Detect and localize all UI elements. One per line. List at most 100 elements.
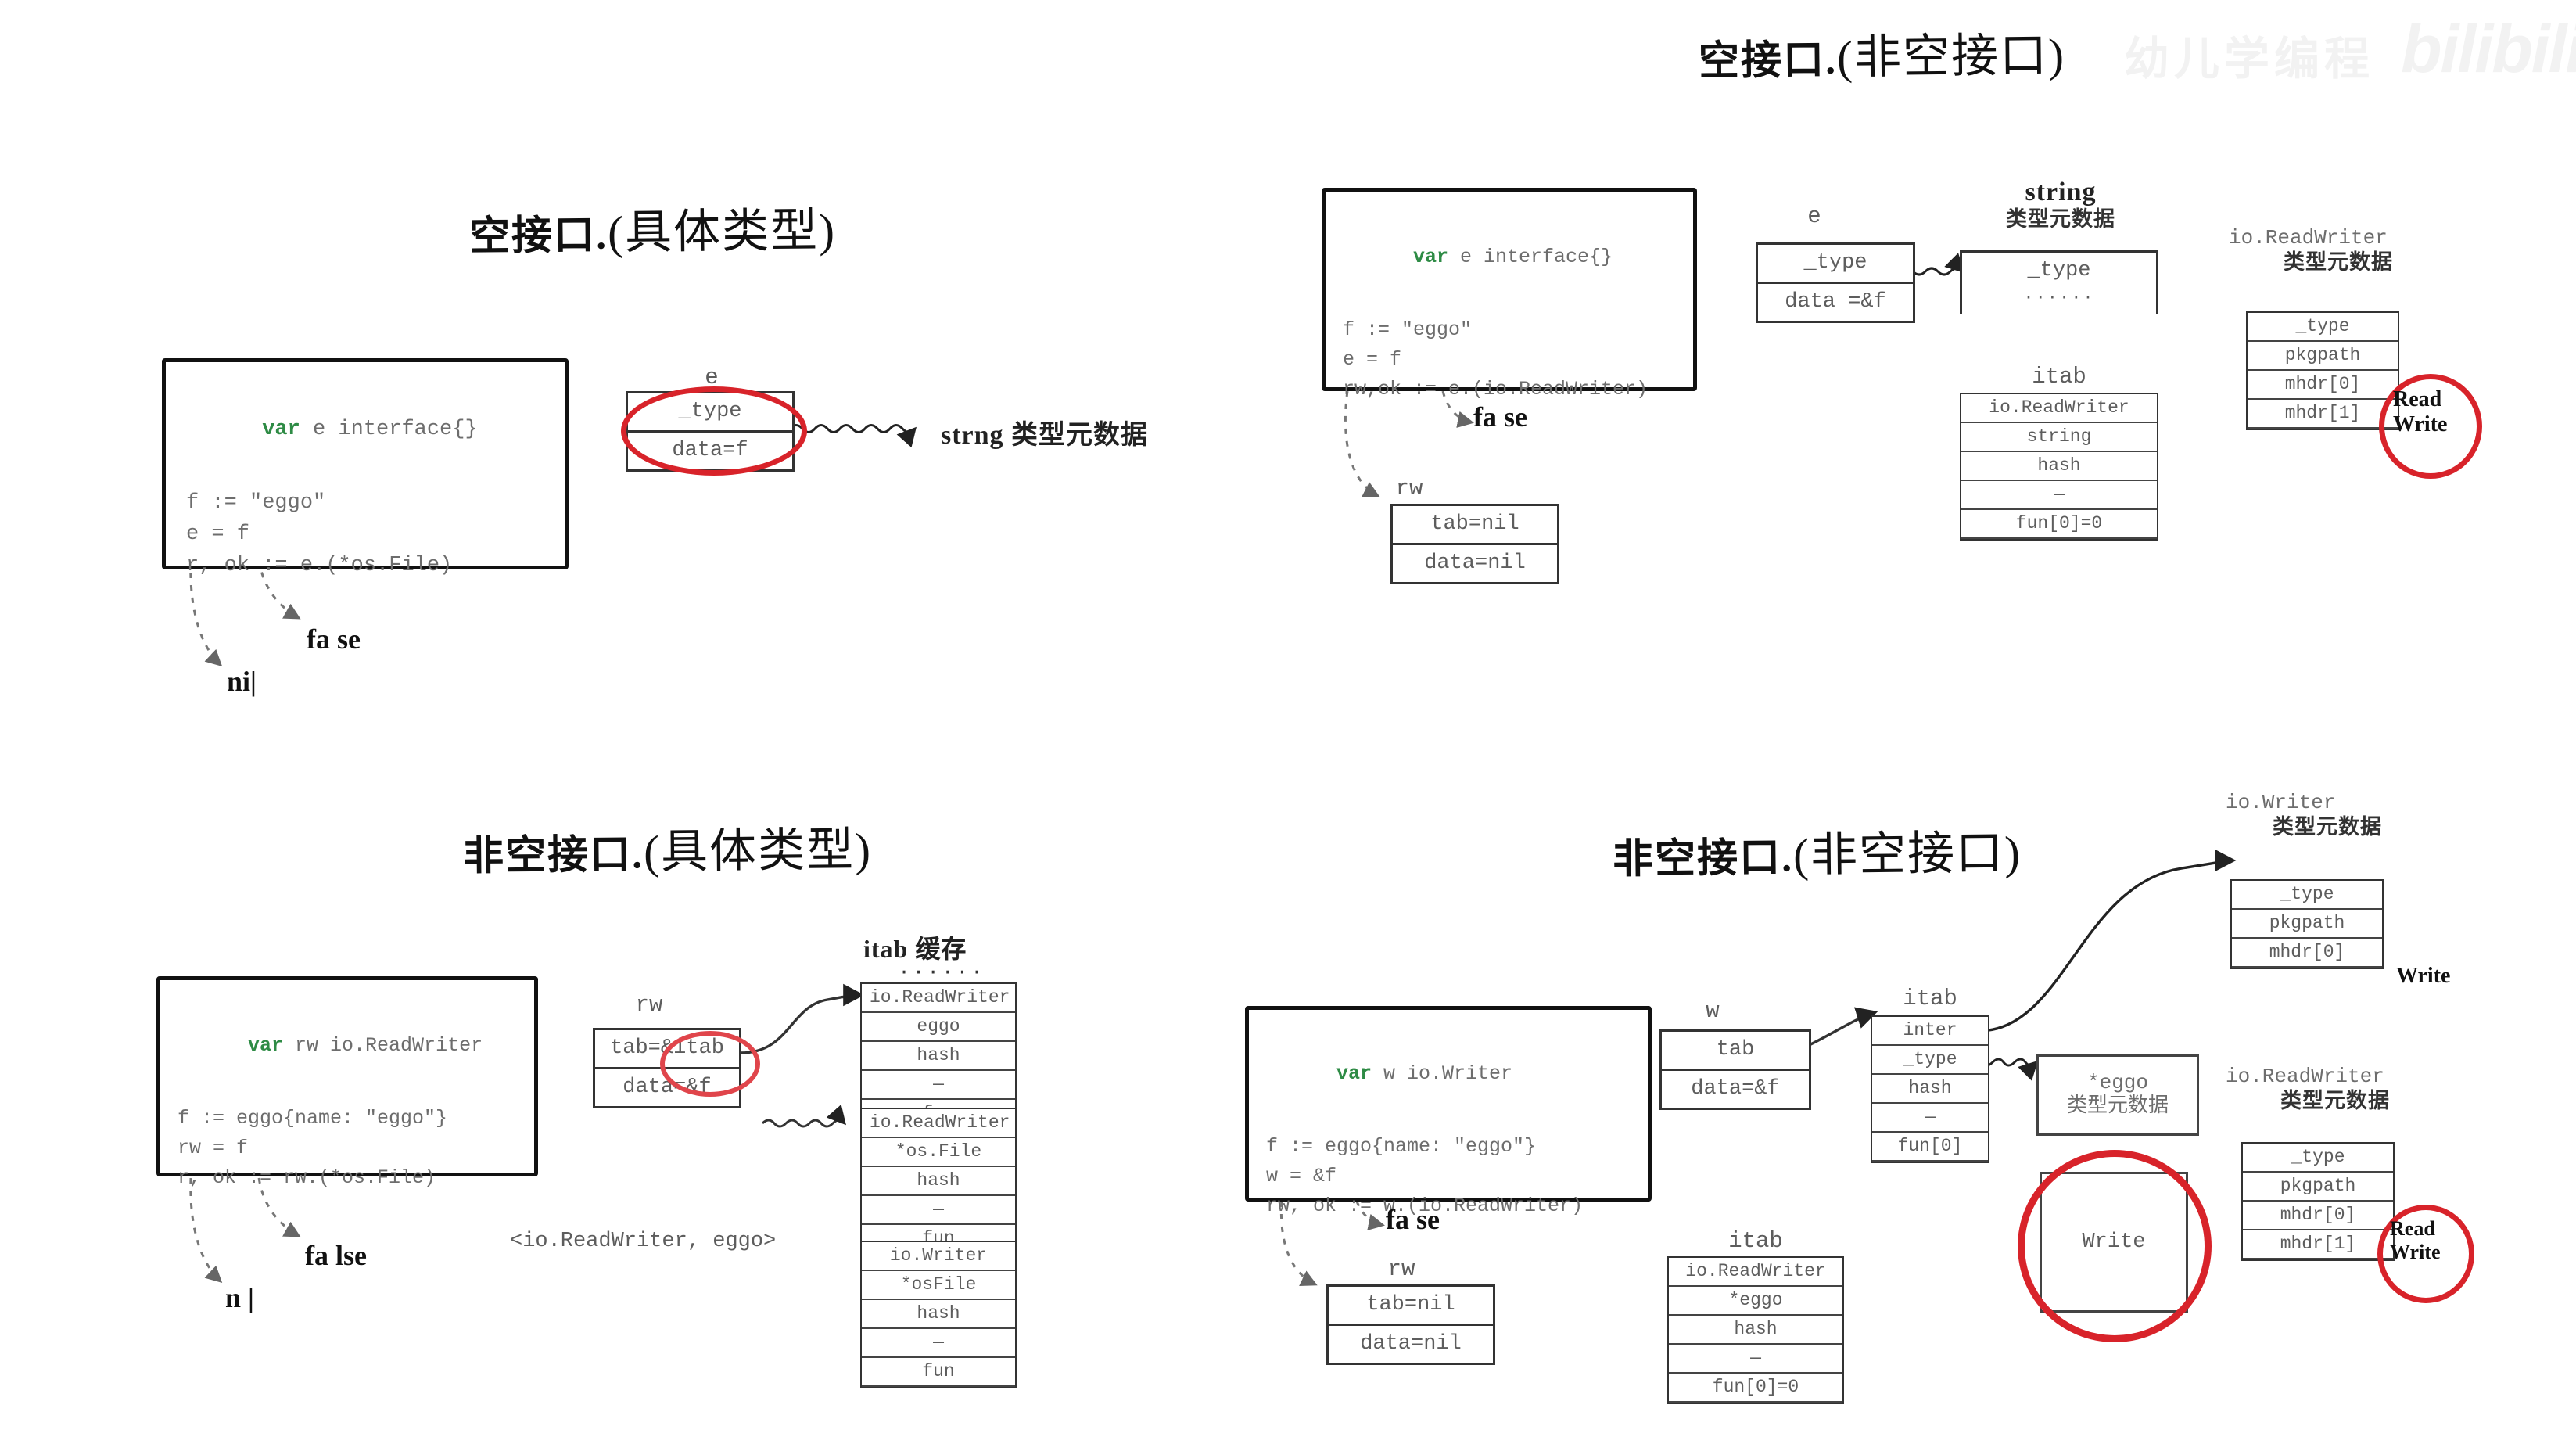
struct-row: ······ xyxy=(2023,288,2095,307)
watermark-bilibili-logo: bilibili xyxy=(2401,12,2576,87)
code-line: rw, ok := w.(io.ReadWriter) xyxy=(1266,1194,1584,1217)
struct-row: _type xyxy=(2027,259,2091,282)
code-line: f := eggo{name: "eggo"} xyxy=(1266,1135,1537,1158)
write-method-box: Write xyxy=(2040,1172,2188,1313)
itab-struct-top-right: io.ReadWriter string hash — fun[0]=0 xyxy=(1960,393,2158,541)
struct-row: mhdr[0] xyxy=(2248,371,2398,400)
struct-row: eggo xyxy=(862,1013,1015,1042)
readwriter-metadata-title-en: io.ReadWriter xyxy=(2226,1065,2384,1088)
itab-cache-dots: ······ xyxy=(898,961,985,984)
code-keyword: var xyxy=(1413,246,1449,268)
struct-row: _type xyxy=(2248,313,2398,342)
writer-method-side-label: Write xyxy=(2396,964,2451,988)
struct-row: pkgpath xyxy=(2232,910,2382,939)
code-line: f := "eggo" xyxy=(1343,318,1473,341)
struct-row: *eggo xyxy=(1669,1287,1842,1316)
struct-row: string xyxy=(1961,423,2157,452)
struct-row: — xyxy=(1961,481,2157,510)
w-iface-struct: tab data=&f xyxy=(1659,1029,1811,1110)
struct-row: tab xyxy=(1662,1032,1809,1071)
annotation-nil-bottom-left: n | xyxy=(225,1282,254,1313)
string-metadata-label: string 类型元数据 xyxy=(1959,177,2162,232)
struct-row: pkgpath xyxy=(2243,1173,2393,1202)
readwriter-metadata-title-cn: 类型元数据 xyxy=(2280,1088,2390,1112)
readwriter-metadata-struct-bottom-right: _type pkgpath mhdr[0] mhdr[1] xyxy=(2241,1142,2395,1261)
readwriter-metadata-label-bottom-right: io.ReadWriter 类型元数据 xyxy=(2226,1065,2445,1113)
code-keyword: var xyxy=(1336,1062,1372,1085)
code-line: e = f xyxy=(1343,348,1402,371)
string-metadata-struct: _type ······ xyxy=(1960,250,2158,314)
struct-row: hash xyxy=(862,1042,1015,1071)
itab-label-bottom-right-bottom: itab xyxy=(1728,1228,1783,1254)
annotation-false-top-right: fa se xyxy=(1473,401,1527,433)
title-top-right: 空接口.(非空接口) xyxy=(1699,17,2066,89)
struct-row: fun[0]=0 xyxy=(1669,1374,1842,1403)
title-top-left: 空接口.(具体类型) xyxy=(469,192,837,264)
readwriter-metadata-title-en: io.ReadWriter xyxy=(2229,226,2388,250)
annotation-false-bottom-right: fa se xyxy=(1386,1204,1440,1235)
eggo-metadata-title-en: *eggo xyxy=(2086,1071,2148,1095)
annotation-false-top-left: fa se xyxy=(307,623,361,655)
rw-iface-label-bottom-right: rw xyxy=(1387,1256,1415,1282)
code-line: r, ok := e.(*os.File) xyxy=(186,554,453,577)
code-block-top-left: var e interface{} f := "eggo" e = f r, o… xyxy=(162,358,569,577)
title-bottom-right-paren: (非空接口) xyxy=(1792,827,2022,882)
eface-struct-top-left: _type data=f xyxy=(626,391,795,472)
struct-row: io.ReadWriter xyxy=(1669,1258,1842,1287)
struct-row: io.ReadWriter xyxy=(862,1109,1015,1138)
struct-row: _type xyxy=(628,393,792,433)
code-line: rw = f xyxy=(178,1137,249,1159)
writer-metadata-title-en: io.Writer xyxy=(2226,791,2336,814)
struct-row: mhdr[0] xyxy=(2232,939,2382,968)
code-text: rw io.ReadWriter xyxy=(283,1034,483,1057)
struct-row: tab=nil xyxy=(1393,506,1557,545)
struct-row: data=&f xyxy=(622,1076,712,1099)
itab-cache-entry: io.ReadWriter *os.File hash — fun xyxy=(860,1108,1017,1255)
code-line: r, ok := rw.(*os.File) xyxy=(178,1166,436,1189)
string-metadata-title-en: string xyxy=(2025,178,2097,207)
struct-row: — xyxy=(862,1071,1015,1100)
struct-row: hash xyxy=(862,1300,1015,1329)
code-line: var e interface{} xyxy=(186,383,547,476)
readwrite-circle-text-top-right: Read Write xyxy=(2393,387,2447,437)
struct-row: tab=nil xyxy=(1329,1287,1493,1326)
struct-row: — xyxy=(862,1196,1015,1225)
code-keyword: var xyxy=(262,418,300,441)
eggo-metadata-box: *eggo 类型元数据 xyxy=(2036,1054,2199,1136)
eface-label-top-right: e xyxy=(1807,203,1821,229)
iface-struct-bottom-left: tab=&itab data=&f xyxy=(593,1028,741,1108)
read-label: Read xyxy=(2393,387,2442,411)
title-bottom-left-main: 非空接口. xyxy=(462,832,644,879)
annotation-nil-top-left: ni| xyxy=(227,666,257,697)
struct-row: mhdr[1] xyxy=(2248,400,2398,429)
title-top-left-paren: (具体类型) xyxy=(607,204,837,259)
type-metadata-target-top-left: strng 类型元数据 xyxy=(941,421,1149,450)
struct-row: data =&f xyxy=(1785,290,1886,314)
struct-row: mhdr[0] xyxy=(2243,1202,2393,1230)
itab-label-bottom-right-top: itab xyxy=(1903,986,1957,1011)
itab-cache-entry: io.Writer *osFile hash — fun xyxy=(860,1241,1017,1388)
code-line: var e interface{} xyxy=(1343,210,1681,304)
struct-row: _type xyxy=(1758,245,1913,284)
struct-row: _type xyxy=(2232,881,2382,910)
rw-iface-label-top-right: rw xyxy=(1395,476,1423,501)
struct-row: data=&f xyxy=(1691,1077,1780,1101)
code-line: var rw io.ReadWriter xyxy=(178,999,523,1093)
readwriter-metadata-label-top-right: io.ReadWriter 类型元数据 xyxy=(2229,226,2448,275)
itab-key-note: <io.ReadWriter, eggo> xyxy=(510,1230,777,1253)
struct-row: fun[0] xyxy=(1872,1133,1988,1162)
read-label: Read xyxy=(2390,1217,2435,1240)
struct-row: pkgpath xyxy=(2248,342,2398,371)
annotation-false-bottom-left: fa lse xyxy=(305,1240,367,1271)
struct-row: — xyxy=(862,1329,1015,1358)
struct-row: io.ReadWriter xyxy=(862,984,1015,1013)
struct-row: hash xyxy=(1872,1075,1988,1104)
code-text: w io.Writer xyxy=(1372,1062,1513,1085)
code-line: f := "eggo" xyxy=(186,491,326,515)
watermark-cn-text: 幼儿学编程 xyxy=(2124,34,2375,84)
struct-row: — xyxy=(1872,1104,1988,1133)
struct-row: hash xyxy=(1961,452,2157,481)
writer-metadata-struct: _type pkgpath mhdr[0] xyxy=(2230,879,2384,969)
struct-row: _type xyxy=(1872,1046,1988,1075)
readwriter-metadata-title-cn: 类型元数据 xyxy=(2284,250,2393,274)
